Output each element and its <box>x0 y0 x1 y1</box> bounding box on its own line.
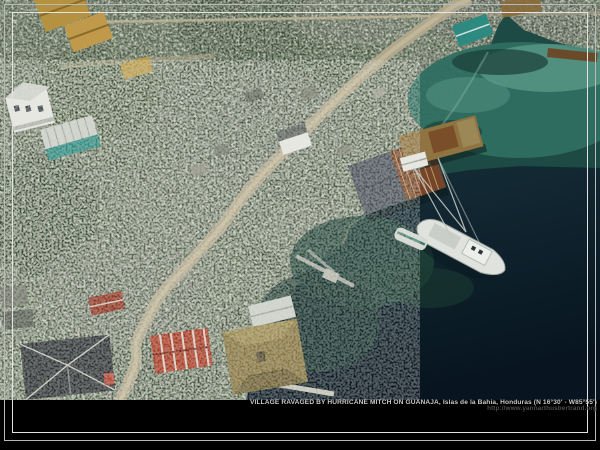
photo-credit-url: http://www.yannarthusbertrand.org <box>250 406 597 412</box>
photo-scene <box>0 0 600 402</box>
caption-block: VILLAGE RAVAGED BY HURRICANE MITCH ON GU… <box>250 400 597 413</box>
aerial-photo <box>0 0 600 450</box>
debris-texture <box>0 60 420 400</box>
hurricane-wallpaper: VILLAGE RAVAGED BY HURRICANE MITCH ON GU… <box>0 0 600 450</box>
